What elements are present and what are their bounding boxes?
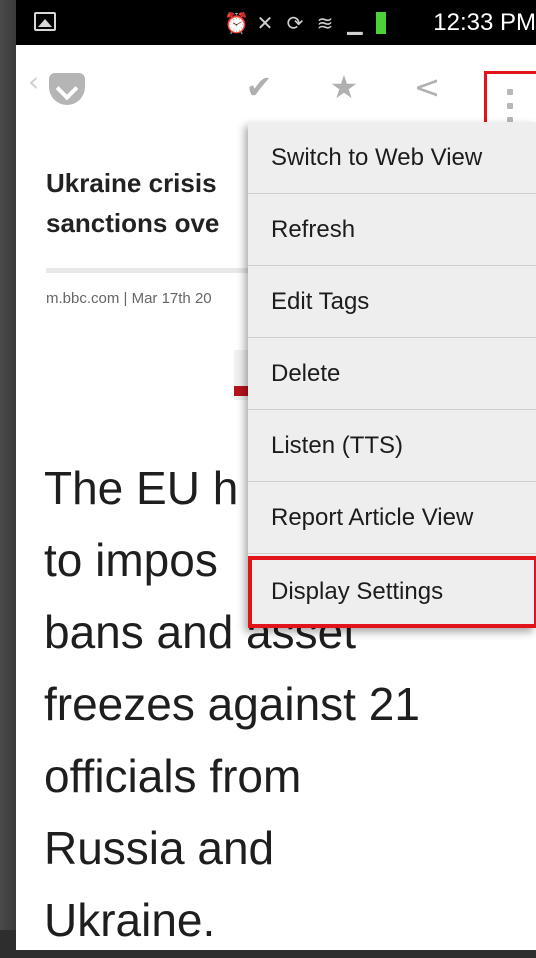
article-meta: m.bbc.com | Mar 17th 20 [46, 290, 212, 307]
wifi-icon: ≋ [316, 11, 334, 35]
pocket-logo-icon[interactable] [49, 73, 85, 105]
article-body-line: freezes against 21 [44, 678, 420, 730]
menu-item-listen-tts[interactable]: Listen (TTS) [248, 410, 536, 482]
menu-item-switch-to-web-view[interactable]: Switch to Web View [248, 122, 536, 194]
battery-icon [376, 12, 386, 34]
alarm-icon: ⏰ [224, 11, 249, 35]
app-toolbar: ‹ ✔ ★ < [16, 45, 536, 143]
status-icons: ⏰ ✕ ⟳ ≋ ▁ [224, 9, 386, 37]
overflow-menu: Switch to Web View Refresh Edit Tags Del… [248, 122, 536, 628]
mark-read-check-icon[interactable]: ✔ [239, 67, 279, 107]
menu-item-refresh[interactable]: Refresh [248, 194, 536, 266]
mute-icon: ✕ [256, 11, 274, 35]
device-frame-left [0, 0, 16, 958]
menu-item-display-settings[interactable]: Display Settings [248, 556, 536, 628]
article-body-line: Russia and [44, 822, 275, 874]
menu-item-report-article-view[interactable]: Report Article View [248, 482, 536, 554]
image-notification-icon [34, 12, 56, 31]
signal-icon: ▁ [347, 11, 363, 35]
back-chevron-icon[interactable]: ‹ [28, 65, 39, 98]
share-icon[interactable]: < [407, 67, 447, 107]
article-body-line: Ukraine. [44, 894, 216, 946]
favorite-star-icon[interactable]: ★ [324, 67, 364, 107]
phone-screen: ⏰ ✕ ⟳ ≋ ▁ 12:33 PM ‹ ✔ ★ < Ukraine crisi… [16, 0, 536, 950]
status-bar: ⏰ ✕ ⟳ ≋ ▁ 12:33 PM [16, 0, 536, 45]
status-time: 12:33 PM [433, 9, 536, 36]
menu-dot [507, 89, 513, 95]
menu-dot [507, 103, 513, 109]
sync-icon: ⟳ [286, 11, 304, 35]
screenshot-stage: ⏰ ✕ ⟳ ≋ ▁ 12:33 PM ‹ ✔ ★ < Ukraine crisi… [0, 0, 536, 958]
menu-item-delete[interactable]: Delete [248, 338, 536, 410]
article-body-line: officials from [44, 750, 302, 802]
menu-item-edit-tags[interactable]: Edit Tags [248, 266, 536, 338]
more-vertical-icon [506, 89, 514, 123]
